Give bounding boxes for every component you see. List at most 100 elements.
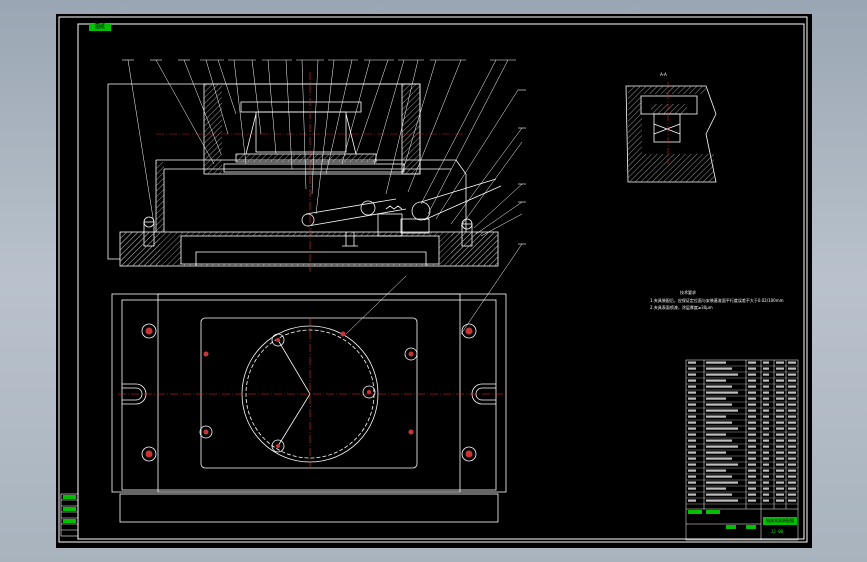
bom-cell-mark (763, 367, 769, 370)
front-section-view (107, 83, 502, 267)
sheet-inner-border (77, 23, 805, 540)
bom-cell-mark (788, 379, 796, 382)
bom-cell-mark (688, 463, 696, 466)
bom-cell-mark (763, 457, 769, 460)
technical-note-1: 1.夹具装配后，应保证定位面与安装基准面平行度误差不大于0.02/100mm (650, 298, 784, 303)
bom-cell-mark (776, 391, 784, 394)
bom-cell-mark (688, 457, 696, 460)
bom-cell-mark (748, 361, 756, 364)
bom-cell-mark (776, 469, 784, 472)
bom-cell-mark (748, 409, 756, 412)
bom-cell-mark (776, 421, 784, 424)
bom-cell-mark (763, 451, 769, 454)
bom-cell-mark (763, 499, 769, 502)
bom-cell-mark (748, 391, 756, 394)
bom-cell-mark (788, 439, 796, 442)
workpiece (240, 101, 362, 113)
bom-cell-mark (788, 415, 796, 418)
bom-cell-mark (688, 493, 696, 496)
bom-cell-mark (763, 397, 769, 400)
bom-cell-mark (706, 373, 738, 376)
bom-cell-mark (688, 469, 696, 472)
bom-cell-mark (706, 397, 726, 400)
bom-cell-mark (776, 379, 784, 382)
bom-cell-mark (706, 403, 732, 406)
bom-cell-mark (788, 475, 796, 478)
bom-cell-mark (776, 451, 784, 454)
bom-cell-mark (763, 481, 769, 484)
bom-cell-mark (776, 397, 784, 400)
bom-cell-mark (706, 415, 726, 418)
bom-cell-mark (788, 451, 796, 454)
cad-drawing-canvas[interactable] (56, 14, 812, 548)
section-a-a-view (625, 85, 717, 183)
bom-cell-mark (748, 445, 756, 448)
bom-cell-mark (776, 427, 784, 430)
bom-cell-mark (706, 445, 738, 448)
bom-cell-mark (763, 439, 769, 442)
bom-cell-mark (706, 451, 726, 454)
bom-cell-mark (788, 487, 796, 490)
part-leader-lines (127, 59, 523, 335)
bom-cell-mark (748, 469, 756, 472)
bom-cell-mark (788, 427, 796, 430)
title-block-code: JJ-00 (771, 529, 784, 534)
bom-cell-mark (788, 463, 796, 466)
bom-cell-mark (776, 493, 784, 496)
bom-cell-mark (763, 421, 769, 424)
bom-cell-mark (788, 397, 796, 400)
bom-cell-mark (748, 463, 756, 466)
bom-cell-mark (788, 373, 796, 376)
bom-cell-mark (788, 457, 796, 460)
bom-cell-mark (776, 457, 784, 460)
bom-cell-mark (763, 487, 769, 490)
bom-cell-mark (763, 415, 769, 418)
bom-cell-mark (788, 493, 796, 496)
bom-cell-mark (688, 481, 696, 484)
bom-cell-mark (706, 409, 738, 412)
bom-cell-mark (748, 439, 756, 442)
bom-cell-mark (776, 487, 784, 490)
bom-cell-mark (776, 403, 784, 406)
bom-cell-mark (763, 475, 769, 478)
bom-cell-mark (748, 397, 756, 400)
bom-cell-mark (748, 499, 756, 502)
bom-cell-mark (748, 415, 756, 418)
bom-cell-mark (688, 385, 696, 388)
bom-cell-mark (706, 361, 726, 364)
bom-cell-mark (776, 481, 784, 484)
bom-cell-mark (763, 373, 769, 376)
bom-cell-mark (763, 493, 769, 496)
bom-cell-mark (763, 379, 769, 382)
bom-cell-mark (706, 439, 732, 442)
bom-cell-mark (688, 367, 696, 370)
bom-cell-mark (748, 379, 756, 382)
bom-cell-mark (688, 373, 696, 376)
bom-cell-mark (748, 493, 756, 496)
bom-cell-mark (776, 415, 784, 418)
bom-cell-mark (688, 397, 696, 400)
bom-cell-mark (688, 475, 696, 478)
bom-cell-mark (776, 433, 784, 436)
bom-cell-mark (788, 361, 796, 364)
bom-cell-mark (706, 385, 732, 388)
drawing-viewport[interactable]: 图纸 技术要求 1.夹具装配后，应保证定位面与安装基准面平行度误差不大于0.02… (56, 14, 812, 548)
bom-cell-mark (763, 469, 769, 472)
bom-cell-mark (688, 439, 696, 442)
title-block-name: 钻床夹具装配图 (763, 517, 797, 525)
bom-cell-mark (776, 367, 784, 370)
bom-cell-mark (688, 403, 696, 406)
bom-cell-mark (688, 427, 696, 430)
bom-cell-mark (748, 385, 756, 388)
bom-cell-mark (688, 433, 696, 436)
bom-cell-mark (763, 445, 769, 448)
bom-cell-mark (776, 445, 784, 448)
bom-cell-mark (706, 433, 726, 436)
bom-cell-mark (776, 439, 784, 442)
bom-cell-mark (763, 463, 769, 466)
bom-cell-mark (776, 463, 784, 466)
bom-cell-mark (776, 385, 784, 388)
bom-cell-mark (706, 493, 732, 496)
bom-cell-mark (748, 433, 756, 436)
bom-cell-mark (788, 445, 796, 448)
